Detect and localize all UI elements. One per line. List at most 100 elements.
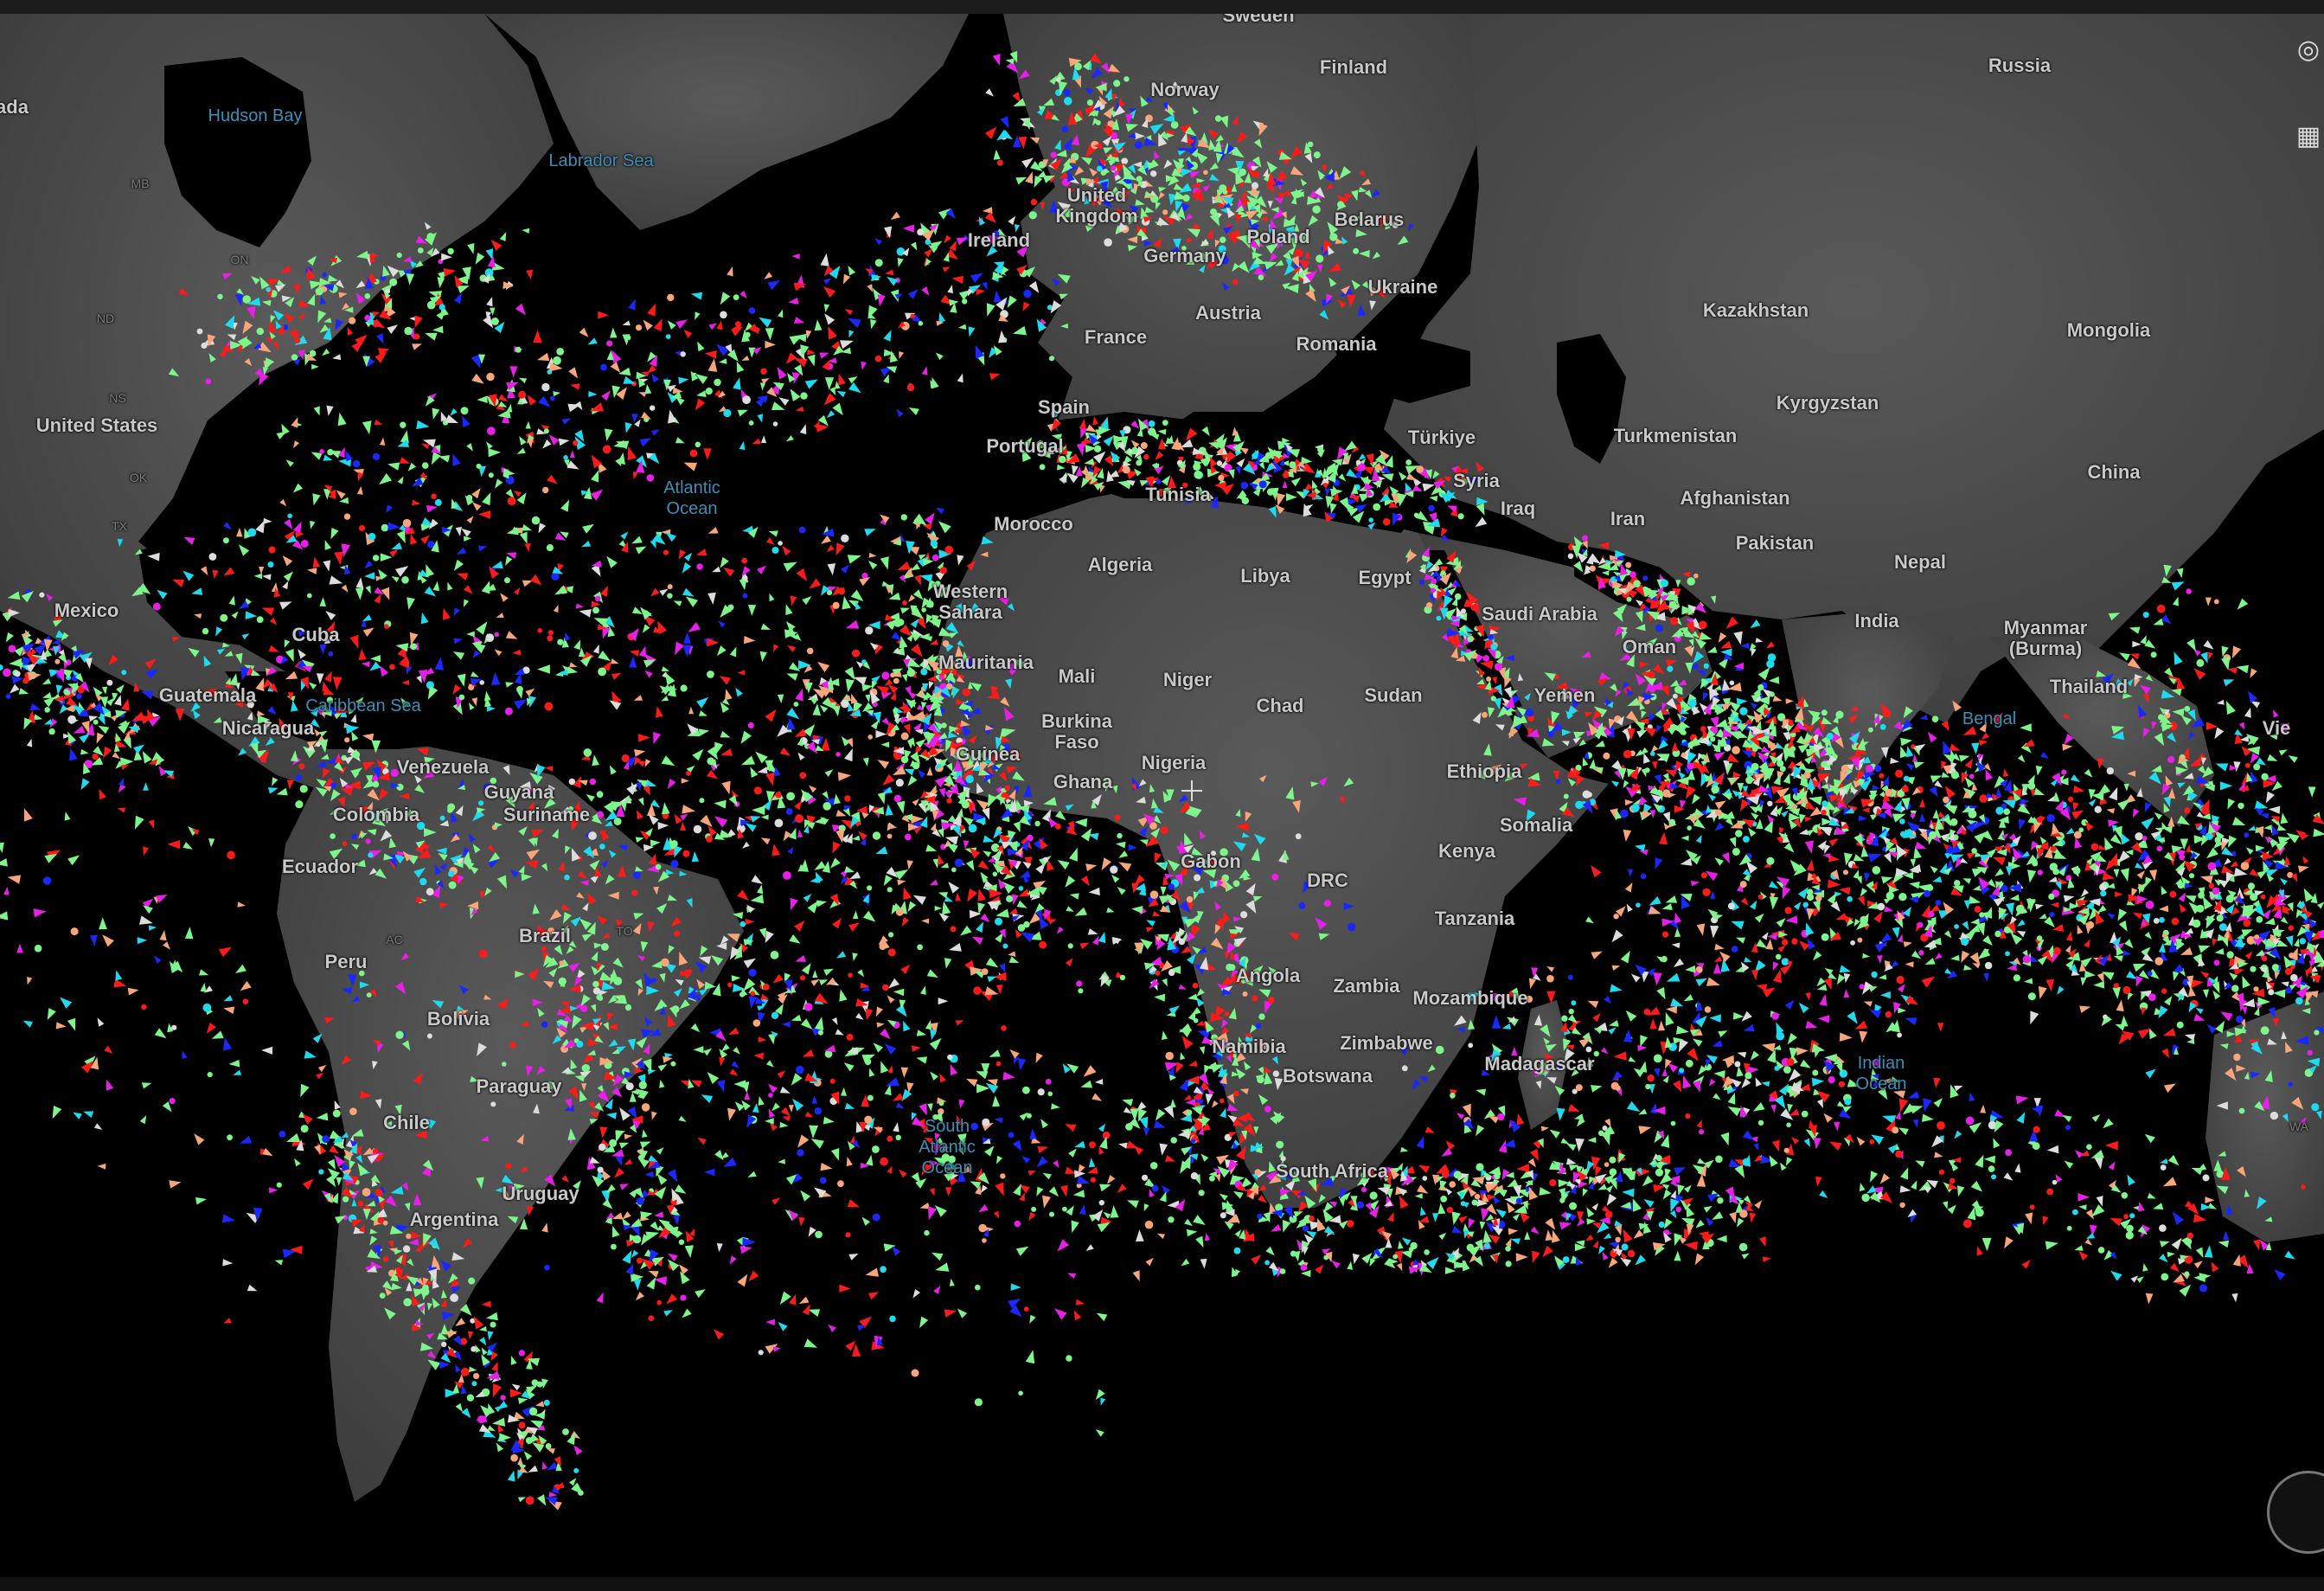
vessel-stationary-marker[interactable]	[592, 606, 599, 614]
vessel-stationary-marker[interactable]	[1575, 1084, 1583, 1092]
vessel-moving-marker[interactable]	[1751, 942, 1758, 953]
vessel-moving-marker[interactable]	[1005, 678, 1012, 690]
vessel-moving-marker[interactable]	[1000, 696, 1010, 707]
vessel-moving-marker[interactable]	[725, 689, 733, 701]
vessel-moving-marker[interactable]	[238, 544, 250, 556]
vessel-moving-marker[interactable]	[1507, 1178, 1519, 1188]
vessel-moving-marker[interactable]	[1258, 1194, 1267, 1203]
vessel-moving-marker[interactable]	[957, 373, 964, 383]
vessel-moving-marker[interactable]	[1528, 1186, 1538, 1201]
vessel-stationary-marker[interactable]	[624, 1004, 632, 1011]
vessel-moving-marker[interactable]	[907, 901, 917, 912]
vessel-moving-marker[interactable]	[929, 879, 938, 886]
vessel-stationary-marker[interactable]	[882, 984, 889, 991]
vessel-stationary-marker[interactable]	[867, 735, 873, 740]
vessel-moving-marker[interactable]	[1196, 988, 1205, 997]
vessel-stationary-marker[interactable]	[1788, 721, 1794, 727]
vessel-stationary-marker[interactable]	[1868, 727, 1873, 733]
vessel-moving-marker[interactable]	[518, 865, 525, 875]
vessel-moving-marker[interactable]	[778, 309, 784, 318]
vessel-moving-marker[interactable]	[1813, 951, 1822, 961]
vessel-moving-marker[interactable]	[884, 1084, 892, 1096]
vessel-stationary-marker[interactable]	[733, 294, 739, 300]
vessel-moving-marker[interactable]	[992, 1095, 1001, 1107]
vessel-moving-marker[interactable]	[752, 805, 765, 815]
vessel-stationary-marker[interactable]	[1806, 889, 1814, 895]
vessel-moving-marker[interactable]	[781, 1021, 791, 1028]
vessel-moving-marker[interactable]	[873, 1042, 884, 1053]
vessel-moving-marker[interactable]	[1143, 1203, 1149, 1212]
vessel-stationary-marker[interactable]	[1898, 893, 1907, 901]
vessel-moving-marker[interactable]	[617, 452, 625, 465]
vessel-stationary-marker[interactable]	[1739, 707, 1748, 715]
vessel-moving-marker[interactable]	[857, 969, 865, 978]
vessel-moving-marker[interactable]	[364, 572, 375, 580]
vessel-moving-marker[interactable]	[848, 922, 860, 932]
vessel-moving-marker[interactable]	[1639, 1061, 1648, 1073]
vessel-moving-marker[interactable]	[1347, 1261, 1353, 1270]
vessel-stationary-marker[interactable]	[153, 602, 161, 611]
vessel-stationary-marker[interactable]	[1453, 1171, 1462, 1179]
vessel-moving-marker[interactable]	[842, 595, 851, 610]
vessel-moving-marker[interactable]	[374, 419, 383, 426]
vessel-moving-marker[interactable]	[703, 448, 712, 460]
vessel-moving-marker[interactable]	[757, 884, 764, 895]
vessel-stationary-marker[interactable]	[1974, 906, 1981, 913]
vessel-moving-marker[interactable]	[977, 902, 985, 914]
vessel-moving-marker[interactable]	[1770, 1104, 1777, 1113]
vessel-stationary-marker[interactable]	[518, 390, 527, 399]
vessel-moving-marker[interactable]	[1805, 992, 1811, 1001]
vessel-moving-marker[interactable]	[651, 429, 660, 436]
vessel-stationary-marker[interactable]	[1843, 869, 1848, 876]
vessel-stationary-marker[interactable]	[1476, 1163, 1484, 1171]
vessel-stationary-marker[interactable]	[541, 382, 550, 392]
vessel-stationary-marker[interactable]	[1653, 1054, 1662, 1063]
vessel-moving-marker[interactable]	[996, 985, 1003, 995]
vessel-moving-marker[interactable]	[326, 405, 334, 416]
vessel-moving-marker[interactable]	[1472, 712, 1482, 724]
vessel-moving-marker[interactable]	[1939, 863, 1947, 875]
vessel-moving-marker[interactable]	[1530, 1148, 1539, 1162]
vessel-stationary-marker[interactable]	[2226, 951, 2234, 959]
vessel-moving-marker[interactable]	[1706, 977, 1720, 986]
vessel-moving-marker[interactable]	[1079, 942, 1090, 950]
vessel-stationary-marker[interactable]	[651, 978, 656, 983]
vessel-moving-marker[interactable]	[637, 988, 643, 997]
vessel-moving-marker[interactable]	[378, 473, 393, 485]
vessel-stationary-marker[interactable]	[950, 926, 957, 933]
vessel-stationary-marker[interactable]	[1739, 881, 1747, 889]
vessel-moving-marker[interactable]	[1183, 1094, 1192, 1100]
vessel-moving-marker[interactable]	[848, 318, 861, 328]
vessel-stationary-marker[interactable]	[306, 593, 312, 599]
vessel-moving-marker[interactable]	[1009, 1049, 1020, 1059]
vessel-moving-marker[interactable]	[1567, 778, 1577, 786]
vessel-moving-marker[interactable]	[1160, 886, 1167, 896]
vessel-moving-marker[interactable]	[533, 330, 542, 343]
vessel-moving-marker[interactable]	[2257, 997, 2271, 1006]
vessel-moving-marker[interactable]	[1083, 1065, 1097, 1077]
vessel-moving-marker[interactable]	[723, 567, 735, 577]
vessel-moving-marker[interactable]	[2260, 813, 2270, 819]
vessel-moving-marker[interactable]	[865, 694, 871, 703]
vessel-moving-marker[interactable]	[750, 767, 759, 778]
vessel-stationary-marker[interactable]	[1037, 1088, 1045, 1096]
vessel-moving-marker[interactable]	[768, 1108, 776, 1119]
vessel-moving-marker[interactable]	[695, 961, 707, 973]
vessel-stationary-marker[interactable]	[1446, 1207, 1453, 1214]
vessel-stationary-marker[interactable]	[1609, 1168, 1617, 1176]
vessel-stationary-marker[interactable]	[1738, 1242, 1748, 1252]
vessel-moving-marker[interactable]	[231, 611, 239, 619]
vessel-stationary-marker[interactable]	[1160, 826, 1168, 835]
vessel-moving-marker[interactable]	[731, 326, 743, 337]
vessel-stationary-marker[interactable]	[1961, 937, 1969, 946]
vessel-moving-marker[interactable]	[1666, 972, 1681, 982]
vessel-stationary-marker[interactable]	[389, 664, 395, 670]
vessel-stationary-marker[interactable]	[1815, 895, 1822, 901]
vessel-stationary-marker[interactable]	[887, 948, 896, 957]
vessel-stationary-marker[interactable]	[1192, 983, 1199, 989]
vessel-moving-marker[interactable]	[1028, 1211, 1036, 1222]
vessel-stationary-marker[interactable]	[1186, 1109, 1193, 1116]
vessel-moving-marker[interactable]	[570, 383, 580, 390]
vessel-stationary-marker[interactable]	[1687, 825, 1692, 831]
vessel-moving-marker[interactable]	[457, 673, 466, 687]
